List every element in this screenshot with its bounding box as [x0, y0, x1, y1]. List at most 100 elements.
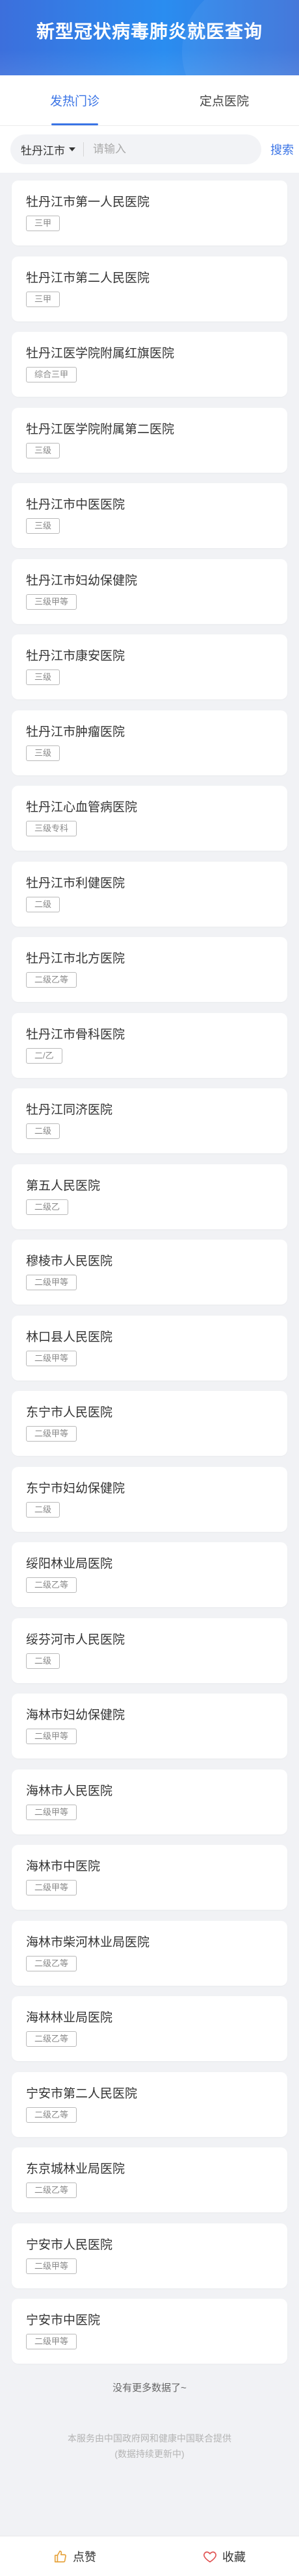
hospital-grade-badge: 二级甲等: [26, 2334, 77, 2349]
tab-bar: 发热门诊 定点医院: [0, 75, 299, 126]
hospital-name: 海林林业局医院: [26, 2011, 113, 2025]
hospital-name: 海林市中医院: [26, 1860, 101, 1873]
favorite-button[interactable]: 收藏: [150, 2536, 299, 2576]
like-label: 点赞: [73, 2550, 96, 2564]
hospital-grade-badge: 三甲: [26, 291, 60, 307]
hospital-grade-badge: 二级甲等: [26, 1804, 77, 1820]
hospital-name: 东宁市人民医院: [26, 1406, 113, 1419]
hospital-grade-badge: 二/乙: [26, 1047, 62, 1064]
city-select-label: 牡丹江市: [21, 144, 65, 157]
list-end-text: 没有更多数据了~: [112, 2382, 187, 2394]
hospital-card[interactable]: 牡丹江市第一人民医院 三甲: [12, 181, 287, 245]
hospital-card[interactable]: 牡丹江市北方医院 二级乙等: [12, 937, 287, 1002]
hospital-grade-badge: 三级: [26, 669, 60, 685]
hospital-name: 牡丹江医学院附属第二医院: [26, 422, 175, 436]
hospital-name: 牡丹江市第二人民医院: [26, 271, 150, 285]
hospital-card[interactable]: 海林市妇幼保健院 二级甲等: [12, 1694, 287, 1758]
hospital-name: 牡丹江市妇幼保健院: [26, 573, 138, 588]
header-banner: 新型冠状病毒肺炎就医查询: [0, 0, 299, 75]
heart-icon: [203, 2551, 216, 2562]
hospital-name: 牡丹江市北方医院: [26, 952, 125, 966]
hospital-card[interactable]: 绥芬河市人民医院 二级: [12, 1618, 287, 1683]
hospital-card[interactable]: 宁安市人民医院 二级甲等: [12, 2223, 287, 2288]
hospital-grade-badge: 二级乙等: [26, 2107, 77, 2123]
hospital-name: 牡丹江心血管病医院: [26, 801, 138, 814]
hospital-card[interactable]: 宁安市中医院 二级甲等: [12, 2299, 287, 2364]
hospital-name: 牡丹江市第一人民医院: [26, 195, 150, 209]
hospital-list: 牡丹江市第一人民医院 三甲 牡丹江市第二人民医院 三甲 牡丹江医学院附属红旗医院 综合…: [0, 173, 299, 2364]
hospital-card[interactable]: 牡丹江医学院附属第二医院 三级: [12, 407, 287, 473]
hospital-name: 牡丹江市肿瘤医院: [26, 725, 125, 739]
hospital-grade-badge: 二级甲等: [26, 1275, 77, 1290]
hospital-grade-badge: 二级甲等: [26, 1426, 77, 1442]
search-input[interactable]: [93, 143, 251, 156]
hospital-grade-badge: 二级甲等: [26, 1880, 77, 1895]
hospital-card[interactable]: 牡丹江市康安医院 三级: [12, 634, 287, 699]
hospital-grade-badge: 二级乙等: [26, 972, 77, 988]
like-button[interactable]: 点赞: [0, 2536, 150, 2576]
hospital-name: 宁安市中医院: [26, 2314, 101, 2327]
hospital-grade-badge: 三级: [26, 745, 60, 761]
hospital-card[interactable]: 牡丹江心血管病医院 三级专科: [12, 786, 287, 851]
hospital-name: 东宁市妇幼保健院: [26, 1481, 125, 1495]
hospital-card[interactable]: 牡丹江市利健医院 二级: [12, 861, 287, 927]
hospital-card[interactable]: 海林林业局医院 二级乙等: [12, 1996, 287, 2061]
hospital-name: 东京城林业局医院: [26, 2162, 125, 2176]
hospital-card[interactable]: 牡丹江市中医医院 三级: [12, 483, 287, 548]
hospital-card[interactable]: 牡丹江市第二人民医院 三甲: [12, 256, 287, 321]
page-title: 新型冠状病毒肺炎就医查询: [36, 21, 263, 42]
hospital-grade-badge: 二级乙: [26, 1199, 69, 1215]
hospital-card[interactable]: 东宁市妇幼保健院 二级: [12, 1466, 287, 1532]
city-select[interactable]: 牡丹江市: [21, 142, 84, 157]
hospital-card[interactable]: 宁安市第二人民医院 二级乙等: [12, 2071, 287, 2137]
hospital-card[interactable]: 第五人民医院 二级乙: [12, 1164, 287, 1229]
hospital-grade-badge: 二级乙等: [26, 2182, 77, 2198]
hospital-grade-badge: 综合三甲: [26, 367, 77, 382]
hospital-name: 第五人民医院: [26, 1179, 101, 1193]
hospital-card[interactable]: 海林市人民医院 二级甲等: [12, 1769, 287, 1834]
hospital-name: 牡丹江市康安医院: [26, 649, 125, 663]
hospital-name: 牡丹江医学院附属红旗医院: [26, 347, 175, 360]
hospital-card[interactable]: 海林市柴河林业局医院 二级乙等: [12, 1920, 287, 1986]
hospital-name: 海林市人民医院: [26, 1784, 113, 1798]
hospital-grade-badge: 二级: [26, 1123, 60, 1139]
hospital-card[interactable]: 绥阳林业局医院 二级乙等: [12, 1542, 287, 1607]
hospital-name: 牡丹江市中医医院: [26, 498, 125, 512]
hospital-card[interactable]: 牡丹江医学院附属红旗医院 综合三甲: [12, 332, 287, 397]
hospital-name: 牡丹江市利健医院: [26, 876, 125, 890]
hospital-name: 林口县人民医院: [26, 1330, 113, 1344]
hospital-card[interactable]: 牡丹江同济医院 二级: [12, 1088, 287, 1153]
hospital-card[interactable]: 穆棱市人民医院 二级甲等: [12, 1240, 287, 1305]
hospital-name: 牡丹江同济医院: [26, 1103, 113, 1117]
hospital-grade-badge: 二级乙等: [26, 1955, 77, 1971]
hospital-grade-badge: 三级: [26, 518, 60, 534]
thumbs-up-icon: [54, 2550, 66, 2562]
hospital-name: 绥芬河市人民医院: [26, 1632, 125, 1647]
hospital-name: 绥阳林业局医院: [26, 1557, 113, 1571]
favorite-label: 收藏: [222, 2550, 246, 2564]
hospital-card[interactable]: 牡丹江市妇幼保健院 三级甲等: [12, 558, 287, 624]
hospital-grade-badge: 二级甲等: [26, 2258, 77, 2274]
hospital-name: 牡丹江市骨科医院: [26, 1027, 125, 1042]
hospital-name: 海林市柴河林业局医院: [26, 1935, 150, 1949]
hospital-grade-badge: 二级: [26, 896, 60, 912]
hospital-name: 宁安市第二人民医院: [26, 2086, 138, 2101]
hospital-grade-badge: 二级乙等: [26, 1577, 77, 1593]
search-button[interactable]: 搜索: [270, 141, 294, 158]
hospital-card[interactable]: 东宁市人民医院 二级甲等: [12, 1391, 287, 1456]
hospital-card[interactable]: 牡丹江市骨科医院 二/乙: [12, 1012, 287, 1078]
hospital-card[interactable]: 林口县人民医院 二级甲等: [12, 1315, 287, 1381]
tab-fever-clinic[interactable]: 发热门诊: [0, 75, 150, 125]
hospital-card[interactable]: 牡丹江市肿瘤医院 三级: [12, 710, 287, 775]
hospital-grade-badge: 三级: [26, 442, 60, 458]
hospital-card[interactable]: 海林市中医院 二级甲等: [12, 1845, 287, 1910]
search-bar: 牡丹江市 搜索: [0, 126, 299, 173]
hospital-grade-badge: 二级: [26, 1501, 60, 1518]
search-box: 牡丹江市: [10, 134, 261, 164]
hospital-grade-badge: 三甲: [26, 216, 60, 231]
hospital-name: 穆棱市人民医院: [26, 1255, 113, 1268]
bottom-action-bar: 点赞 收藏: [0, 2536, 299, 2576]
hospital-card[interactable]: 东京城林业局医院 二级乙等: [12, 2147, 287, 2212]
tab-designated-hospital[interactable]: 定点医院: [150, 75, 299, 125]
hospital-name: 海林市妇幼保健院: [26, 1708, 125, 1722]
